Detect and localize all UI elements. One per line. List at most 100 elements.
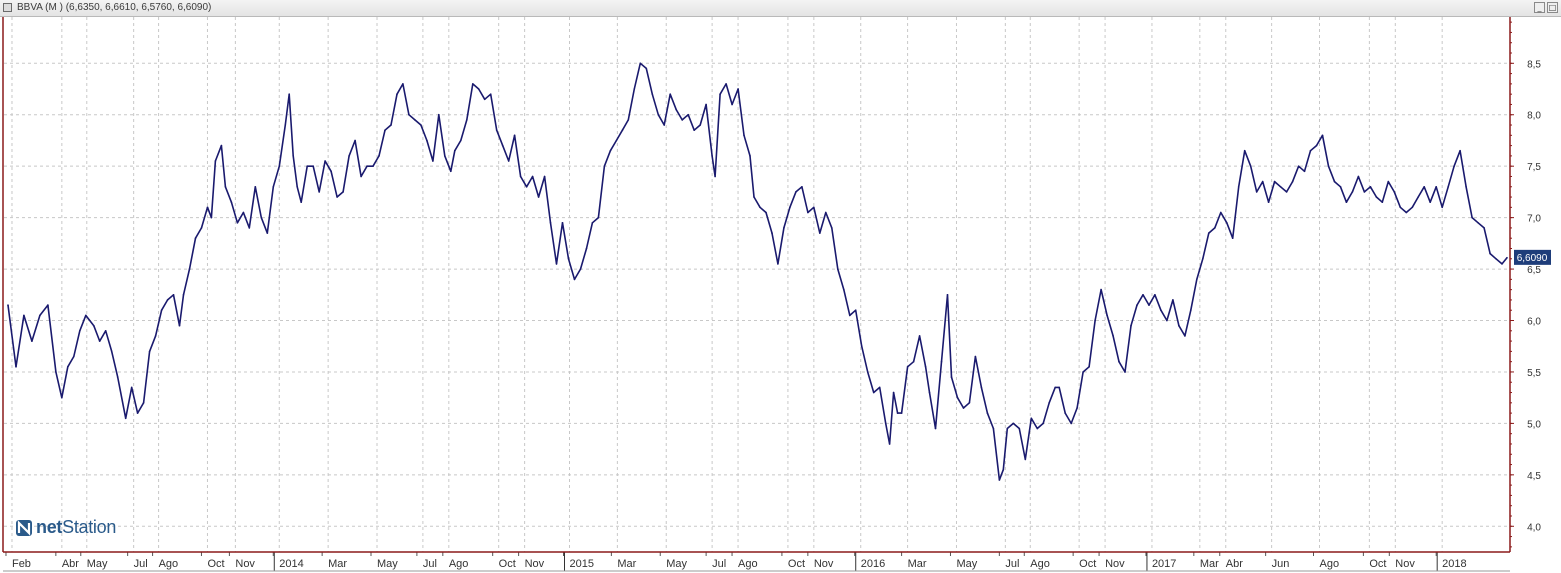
price-point	[1130, 324, 1132, 327]
price-point	[450, 170, 452, 173]
price-point	[525, 186, 528, 188]
price-point	[104, 330, 107, 332]
price-point	[765, 211, 767, 214]
price-point	[513, 134, 516, 137]
price-point	[224, 186, 227, 188]
price-point	[1453, 165, 1455, 167]
price-point	[324, 160, 326, 162]
price-point	[260, 216, 263, 219]
price-point	[627, 119, 630, 121]
price-point	[336, 196, 338, 198]
price-point	[489, 93, 492, 95]
price-point	[1018, 427, 1021, 430]
price-chart[interactable]: 4,0 4,5 5,0 5,5 6,0 6,5 7,0 7,5 8,0 8,5 Feb Abr May…	[0, 17, 1561, 573]
price-point	[807, 211, 809, 214]
netstation-logo-text: netStation	[36, 517, 116, 538]
price-point	[272, 186, 275, 188]
price-point	[1208, 232, 1210, 234]
price-point	[1184, 335, 1186, 337]
price-point	[934, 427, 937, 430]
price-point	[1495, 258, 1497, 260]
price-point	[1279, 186, 1282, 188]
y-tick-label: 8,0	[1527, 111, 1541, 122]
price-point	[1196, 278, 1198, 281]
price-point	[460, 139, 462, 142]
x-tick-label: May	[666, 558, 687, 570]
y-tick-label: 5,5	[1527, 368, 1541, 379]
price-point	[843, 288, 845, 291]
x-tick-label: Nov	[1105, 558, 1125, 570]
price-point	[651, 93, 654, 95]
price-point	[725, 83, 727, 85]
price-point	[288, 93, 291, 95]
price-point	[7, 304, 9, 306]
last-price-label: 6,6090	[1517, 253, 1548, 264]
price-point	[819, 232, 821, 234]
x-tick-label: Oct	[1369, 558, 1386, 570]
price-point	[1178, 324, 1180, 327]
price-point	[248, 227, 251, 229]
price-point	[360, 175, 362, 178]
price-point	[178, 324, 181, 327]
price-point	[1148, 304, 1150, 306]
price-point	[968, 402, 971, 404]
y-tick-label: 6,0	[1527, 317, 1541, 328]
price-point	[477, 88, 480, 90]
price-point	[795, 191, 797, 193]
price-point	[711, 155, 713, 157]
price-point	[55, 371, 57, 373]
price-point	[1471, 216, 1473, 219]
price-point	[884, 422, 887, 425]
price-point	[783, 227, 785, 229]
x-tick-label: Mar	[328, 558, 347, 570]
minimize-button[interactable]: _	[1534, 2, 1545, 13]
x-tick-label: 2017	[1152, 558, 1176, 570]
price-point	[1160, 309, 1162, 312]
price-point	[866, 371, 869, 373]
price-point	[872, 391, 875, 394]
price-point	[1297, 165, 1300, 167]
price-point	[555, 263, 558, 265]
price-point	[1351, 191, 1354, 193]
price-point	[854, 309, 857, 312]
price-point	[432, 160, 434, 162]
price-point	[312, 165, 315, 167]
chart-window-icon	[3, 3, 12, 12]
price-point	[918, 335, 921, 337]
price-point	[507, 160, 510, 162]
price-point	[603, 165, 606, 167]
price-point	[148, 350, 151, 353]
price-point	[657, 113, 660, 116]
price-point	[986, 412, 989, 414]
price-point	[1226, 222, 1228, 224]
price-point	[1058, 386, 1060, 389]
price-point	[495, 129, 498, 131]
price-point	[292, 155, 295, 157]
x-tick-label: 2015	[569, 558, 593, 570]
x-tick-label: Jul	[712, 558, 726, 570]
price-point	[591, 222, 594, 224]
price-point	[1261, 180, 1264, 183]
price-point	[454, 149, 456, 152]
restore-button[interactable]: □	[1547, 2, 1558, 13]
price-point	[67, 366, 69, 368]
price-point	[306, 165, 309, 167]
price-point	[438, 113, 440, 116]
price-point	[39, 314, 41, 317]
x-tick-label: Nov	[814, 558, 834, 570]
price-point	[950, 376, 953, 378]
price-point	[1459, 149, 1461, 152]
price-point	[230, 201, 233, 203]
price-point	[300, 201, 303, 203]
price-point	[1243, 149, 1246, 152]
x-tick-label: Oct	[499, 558, 516, 570]
y-tick-label: 7,5	[1527, 162, 1541, 173]
price-point	[110, 350, 113, 353]
price-point	[366, 165, 368, 167]
price-point	[15, 366, 17, 368]
price-point	[1006, 427, 1009, 430]
price-point	[1501, 263, 1503, 265]
price-point	[242, 211, 245, 214]
price-point	[1112, 335, 1114, 337]
x-tick-label: Jul	[423, 558, 437, 570]
